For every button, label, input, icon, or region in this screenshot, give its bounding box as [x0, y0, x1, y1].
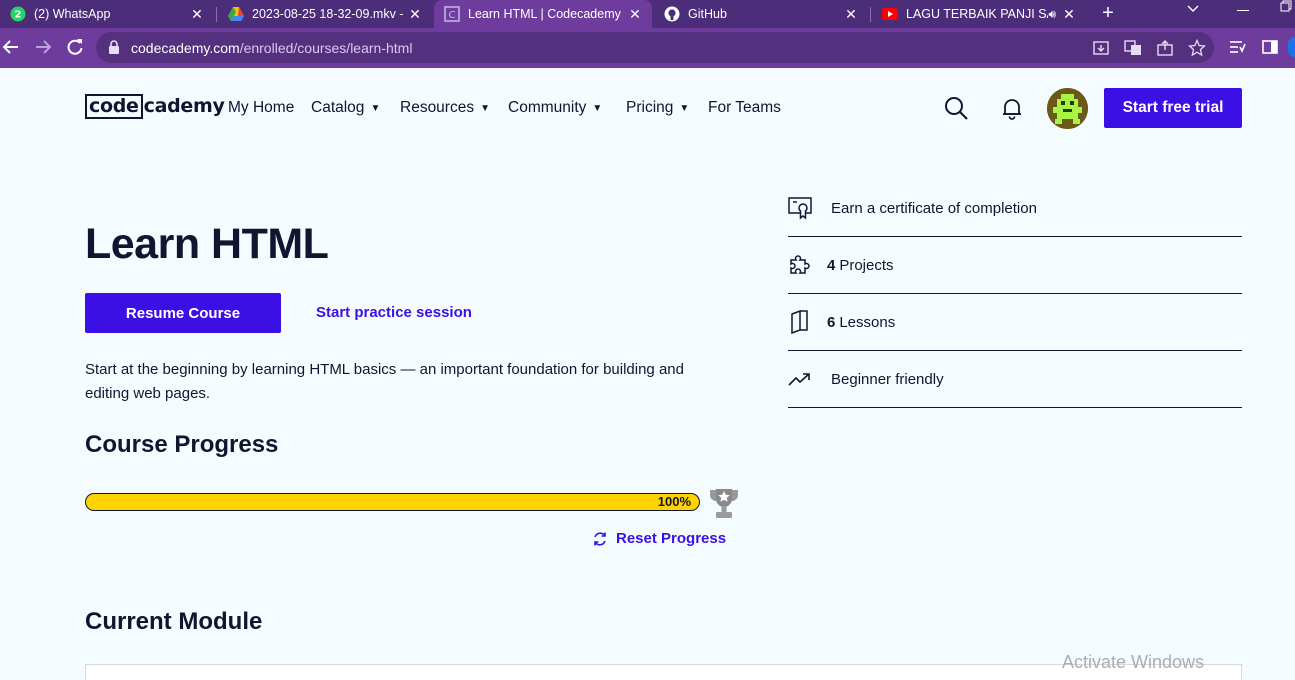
tab-title: 2023-08-25 18-32-09.mkv - G [252, 7, 406, 21]
info-projects: 4 Projects [788, 237, 1242, 294]
new-tab-button[interactable]: + [1098, 0, 1118, 28]
svg-text:2: 2 [15, 10, 22, 21]
caret-down-icon: ▼ [592, 102, 603, 114]
nav-for-teams[interactable]: For Teams [708, 98, 781, 118]
tab-title: GitHub [688, 7, 727, 21]
url-path: /enrolled/courses/learn-html [239, 40, 413, 56]
browser-tab-drive[interactable]: 2023-08-25 18-32-09.mkv - G ✕ [218, 0, 432, 28]
whatsapp-icon: 2 [10, 6, 26, 22]
bell-icon[interactable] [999, 95, 1025, 121]
reload-icon[interactable] [64, 36, 86, 58]
close-tab-icon[interactable]: ✕ [626, 6, 644, 23]
svg-text:C: C [449, 10, 456, 21]
caret-down-icon: ▼ [480, 102, 490, 114]
current-module-heading: Current Module [85, 608, 263, 635]
browser-tab-whatsapp[interactable]: 2 (2) WhatsApp ✕ [0, 0, 214, 28]
user-avatar[interactable] [1047, 88, 1088, 129]
refresh-icon [594, 531, 606, 546]
codecademy-icon: C [444, 6, 460, 22]
address-bar[interactable]: codecademy.com/enrolled/courses/learn-ht… [96, 32, 1214, 63]
course-description: Start at the beginning by learning HTML … [85, 361, 684, 402]
caret-down-icon: ▼ [370, 102, 381, 114]
windows-activation-watermark: Activate Windows [1062, 652, 1205, 672]
back-icon[interactable] [0, 36, 22, 58]
close-tab-icon[interactable]: ✕ [1060, 6, 1078, 23]
close-tab-icon[interactable]: ✕ [842, 6, 860, 23]
profile-avatar[interactable] [1288, 37, 1295, 57]
info-lessons: 6 Lessons [788, 294, 1242, 351]
search-icon[interactable] [943, 95, 969, 121]
tab-search-icon[interactable] [1186, 2, 1200, 26]
start-free-trial-button[interactable]: Start free trial [1104, 88, 1242, 128]
browser-tab-strip: 2 (2) WhatsApp ✕ 2023-08-25 18-32-09.mkv… [0, 0, 1295, 28]
audio-playing-icon[interactable]: 🔊︎ [1048, 7, 1056, 22]
progress-label: 100% [657, 494, 691, 509]
reading-list-icon[interactable] [1228, 38, 1246, 56]
tab-divider [216, 7, 217, 22]
page-title: Learn HTML [85, 220, 329, 268]
google-drive-icon [228, 6, 244, 22]
bookmark-star-icon[interactable] [1187, 38, 1207, 57]
resume-course-button[interactable]: Resume Course [85, 293, 281, 333]
close-tab-icon[interactable]: ✕ [188, 6, 206, 23]
progress-bar: 100% [85, 493, 700, 511]
minimize-window-icon[interactable] [1237, 10, 1249, 11]
browser-tab-codecademy[interactable]: C Learn HTML | Codecademy ✕ [434, 0, 652, 28]
nav-catalog[interactable]: Catalog ▼ [311, 98, 380, 118]
start-practice-link[interactable]: Start practice session [316, 304, 472, 321]
puzzle-icon [788, 253, 812, 277]
nav-my-home[interactable]: My Home [228, 98, 294, 118]
nav-resources[interactable]: Resources ▼ [400, 98, 490, 118]
codecademy-logo[interactable]: code cademy [85, 93, 225, 119]
nav-community[interactable]: Community ▼ [508, 98, 602, 118]
youtube-icon [882, 6, 898, 22]
info-certificate: Earn a certificate of completion [788, 180, 1242, 237]
browser-tab-youtube[interactable]: LAGU TERBAIK PANJI SA 🔊︎ ✕ [872, 0, 1086, 28]
tab-title: LAGU TERBAIK PANJI SA [906, 7, 1049, 21]
browser-toolbar: codecademy.com/enrolled/courses/learn-ht… [0, 28, 1295, 68]
info-difficulty: Beginner friendly [788, 351, 1242, 408]
restore-window-icon[interactable] [1280, 0, 1292, 24]
share-icon[interactable] [1156, 39, 1174, 57]
tab-divider [870, 7, 871, 22]
forward-icon[interactable] [32, 36, 54, 58]
close-tab-icon[interactable]: ✕ [406, 6, 424, 23]
trend-up-icon [788, 367, 812, 391]
reset-progress-link[interactable]: Reset Progress [592, 530, 726, 547]
browser-tab-github[interactable]: GitHub ✕ [654, 0, 868, 28]
tab-title: Learn HTML | Codecademy [468, 7, 621, 21]
side-panel-icon[interactable] [1261, 38, 1279, 56]
book-icon [788, 309, 812, 335]
trophy-icon [707, 486, 741, 520]
caret-down-icon: ▼ [679, 102, 690, 114]
course-progress-heading: Course Progress [85, 431, 279, 458]
install-app-icon[interactable] [1092, 39, 1110, 57]
tab-title: (2) WhatsApp [34, 7, 111, 21]
nav-pricing[interactable]: Pricing ▼ [626, 98, 689, 118]
translate-icon[interactable] [1124, 39, 1142, 57]
url-host: codecademy.com [131, 40, 240, 56]
lock-icon[interactable] [108, 40, 120, 59]
certificate-icon [788, 196, 812, 220]
github-icon [664, 6, 680, 22]
